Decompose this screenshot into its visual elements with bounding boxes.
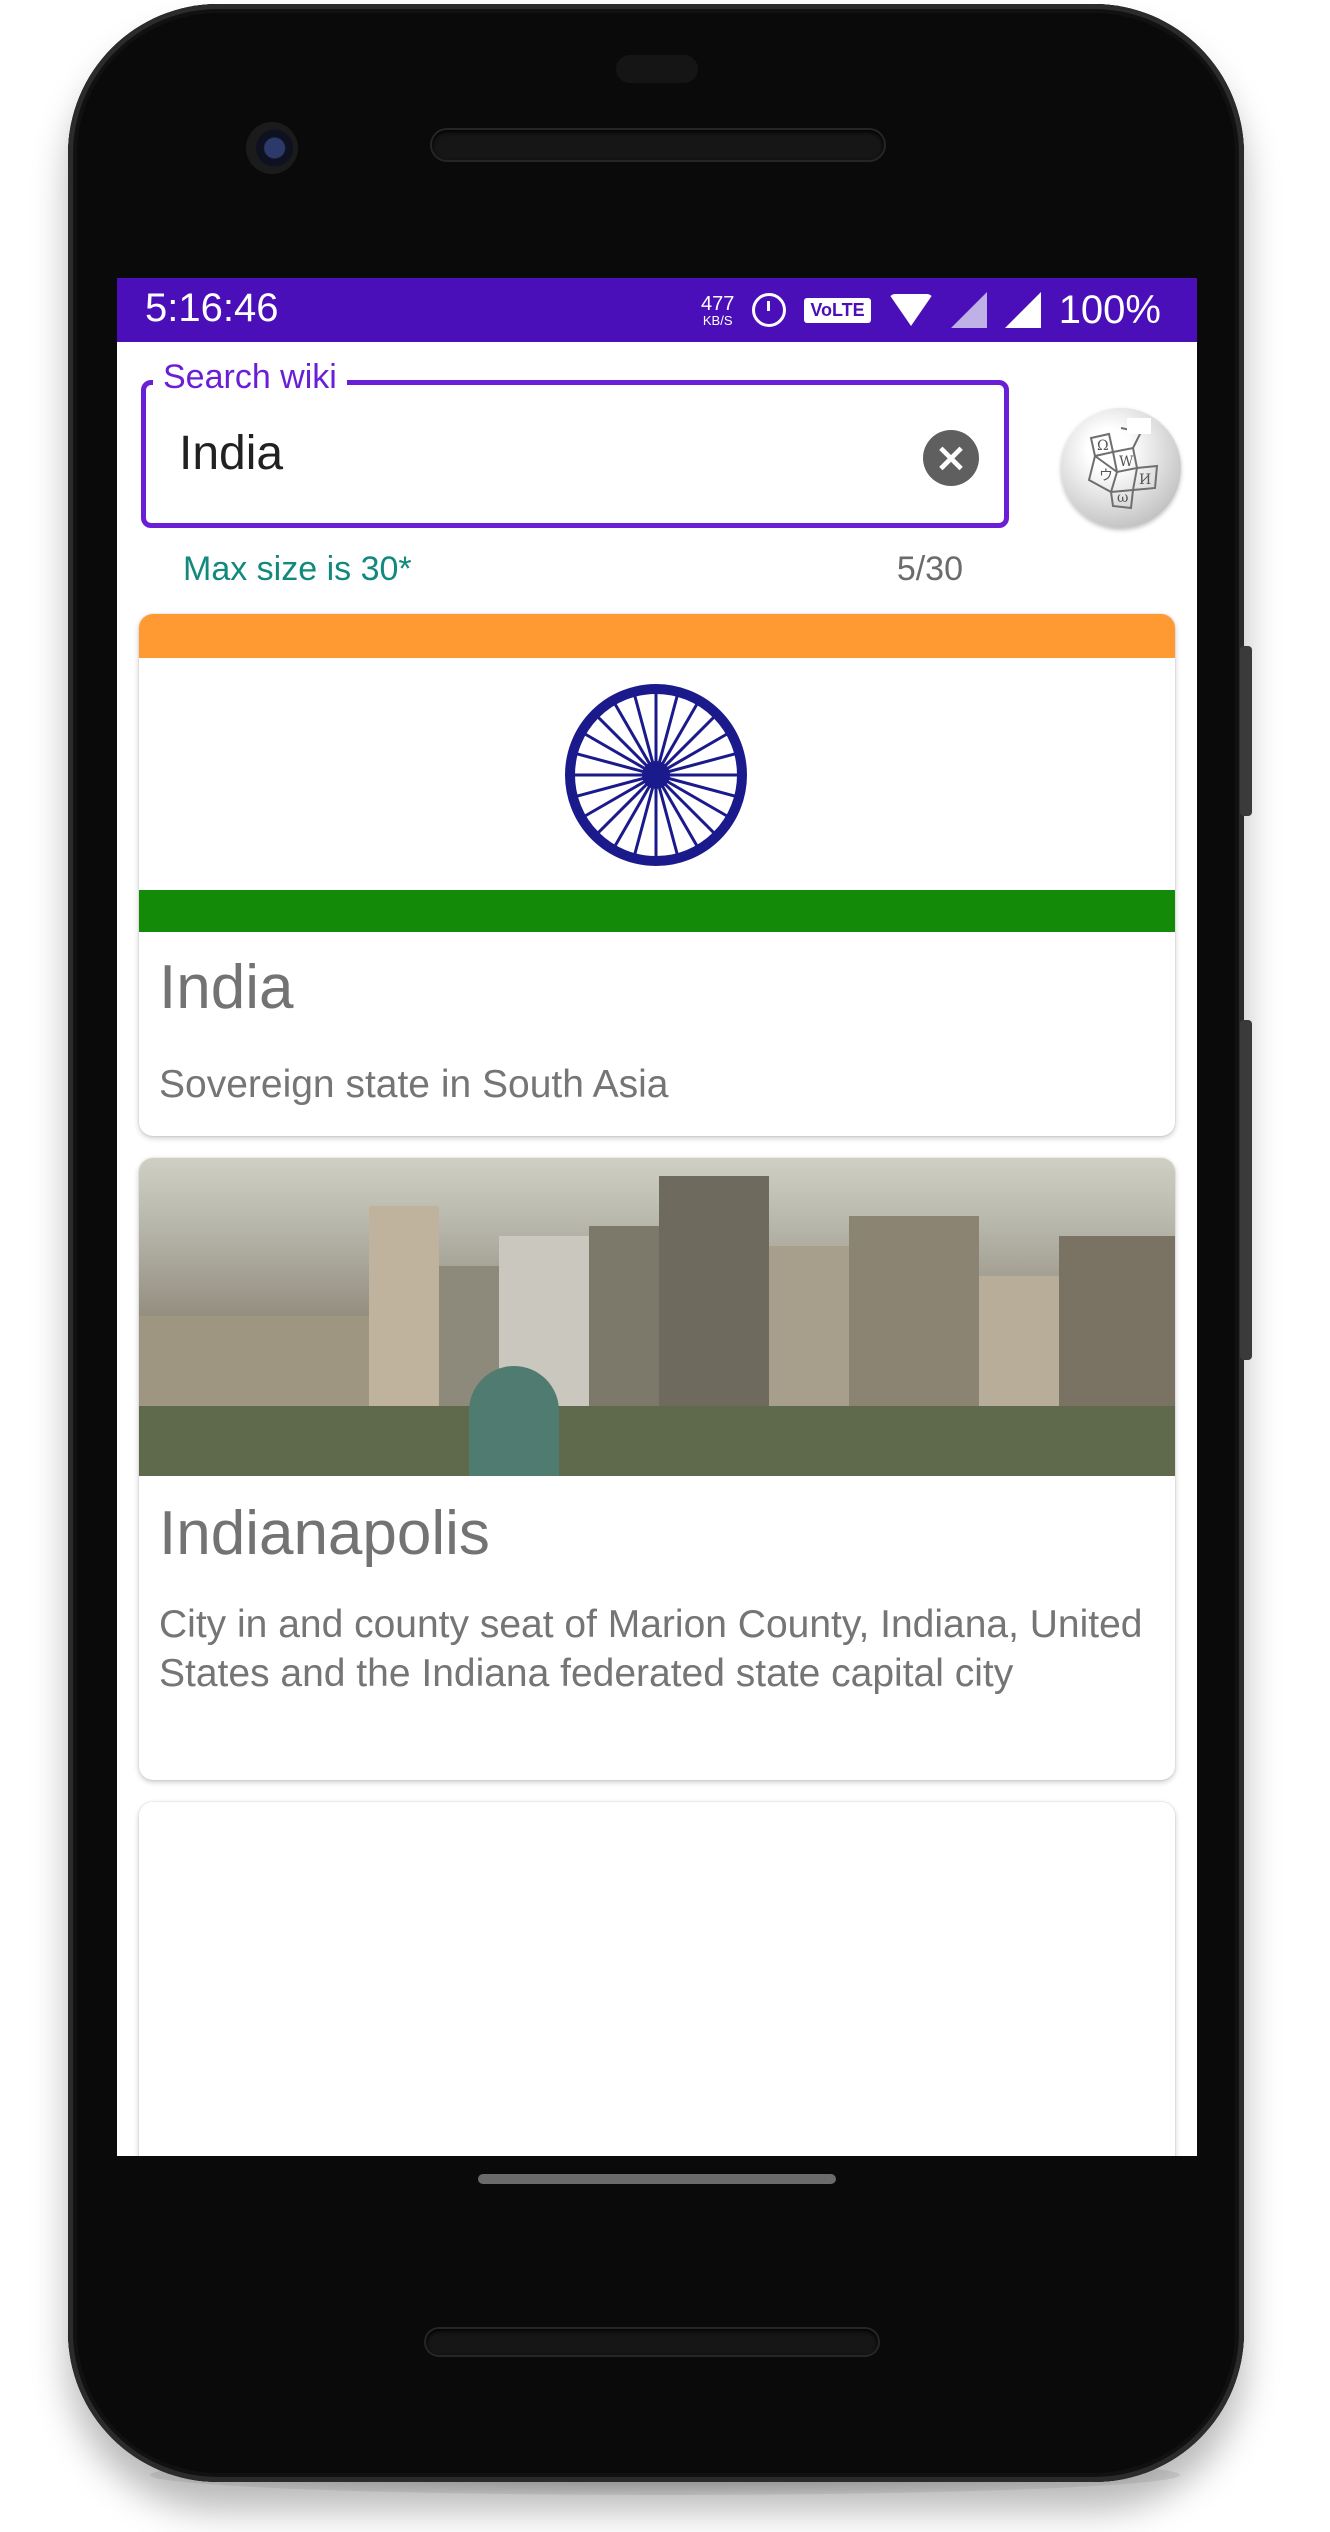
app-screen: 5:16:46 477 KB/S VoLTE 100% Search wiki …	[117, 278, 1197, 2156]
volte-badge: VoLTE	[804, 297, 871, 323]
result-description: City in and county seat of Marion County…	[159, 1603, 1143, 1695]
network-speed: 477 KB/S	[701, 294, 734, 327]
network-speed-value: 477	[700, 292, 735, 315]
result-image-hand-logo	[139, 1802, 1175, 2120]
flag-saffron-band	[139, 614, 1175, 658]
front-camera	[246, 122, 298, 174]
svg-text:ウ: ウ	[1099, 468, 1113, 484]
search-input-label: Search wiki	[153, 358, 347, 397]
result-image-flag	[139, 614, 1175, 932]
status-time: 5:16:46	[145, 286, 279, 330]
volume-button	[1240, 1020, 1252, 1360]
wikipedia-globe-icon[interactable]: Ω W И ウ ω	[1061, 408, 1181, 528]
status-icons: 477 KB/S VoLTE 100%	[701, 284, 1161, 336]
character-counter: 5/30	[896, 550, 963, 588]
signal-icon-sim2	[1004, 292, 1041, 328]
result-description: Sovereign state in South Asia	[159, 1063, 669, 1106]
result-card-india[interactable]: India Sovereign state in South Asia	[139, 614, 1175, 1136]
ground	[139, 1406, 1175, 1476]
close-icon: ×	[934, 435, 968, 481]
svg-text:И: И	[1139, 472, 1151, 488]
result-title: India	[159, 953, 294, 1022]
gesture-navigation-bar[interactable]	[478, 2174, 836, 2184]
svg-text:W: W	[1119, 454, 1134, 470]
search-helper-text: Max size is 30*	[183, 550, 412, 588]
result-card-indianapolis[interactable]: Indianapolis City in and county seat of …	[139, 1158, 1175, 1780]
network-speed-unit: KB/S	[702, 312, 733, 328]
ashoka-chakra-icon	[565, 684, 747, 866]
result-title: Indianapolis	[159, 1499, 490, 1568]
proximity-sensor	[616, 55, 698, 83]
power-button	[1240, 646, 1252, 816]
flag-green-band	[139, 890, 1175, 932]
status-bar: 5:16:46 477 KB/S VoLTE 100%	[117, 278, 1197, 342]
bottom-speaker	[426, 2329, 878, 2355]
search-input-value[interactable]: India	[179, 426, 283, 481]
wifi-icon	[888, 294, 933, 326]
clear-search-button[interactable]: ×	[923, 430, 979, 486]
capitol-dome	[469, 1366, 559, 1476]
svg-text:Ω: Ω	[1097, 438, 1109, 454]
result-card-3[interactable]	[139, 1802, 1175, 2156]
signal-icon-sim1	[950, 292, 987, 328]
result-image-skyline	[139, 1158, 1175, 1476]
svg-text:ω: ω	[1117, 490, 1128, 506]
battery-percentage: 100%	[1058, 287, 1161, 332]
earpiece-speaker	[432, 130, 884, 160]
alarm-icon	[752, 293, 787, 327]
